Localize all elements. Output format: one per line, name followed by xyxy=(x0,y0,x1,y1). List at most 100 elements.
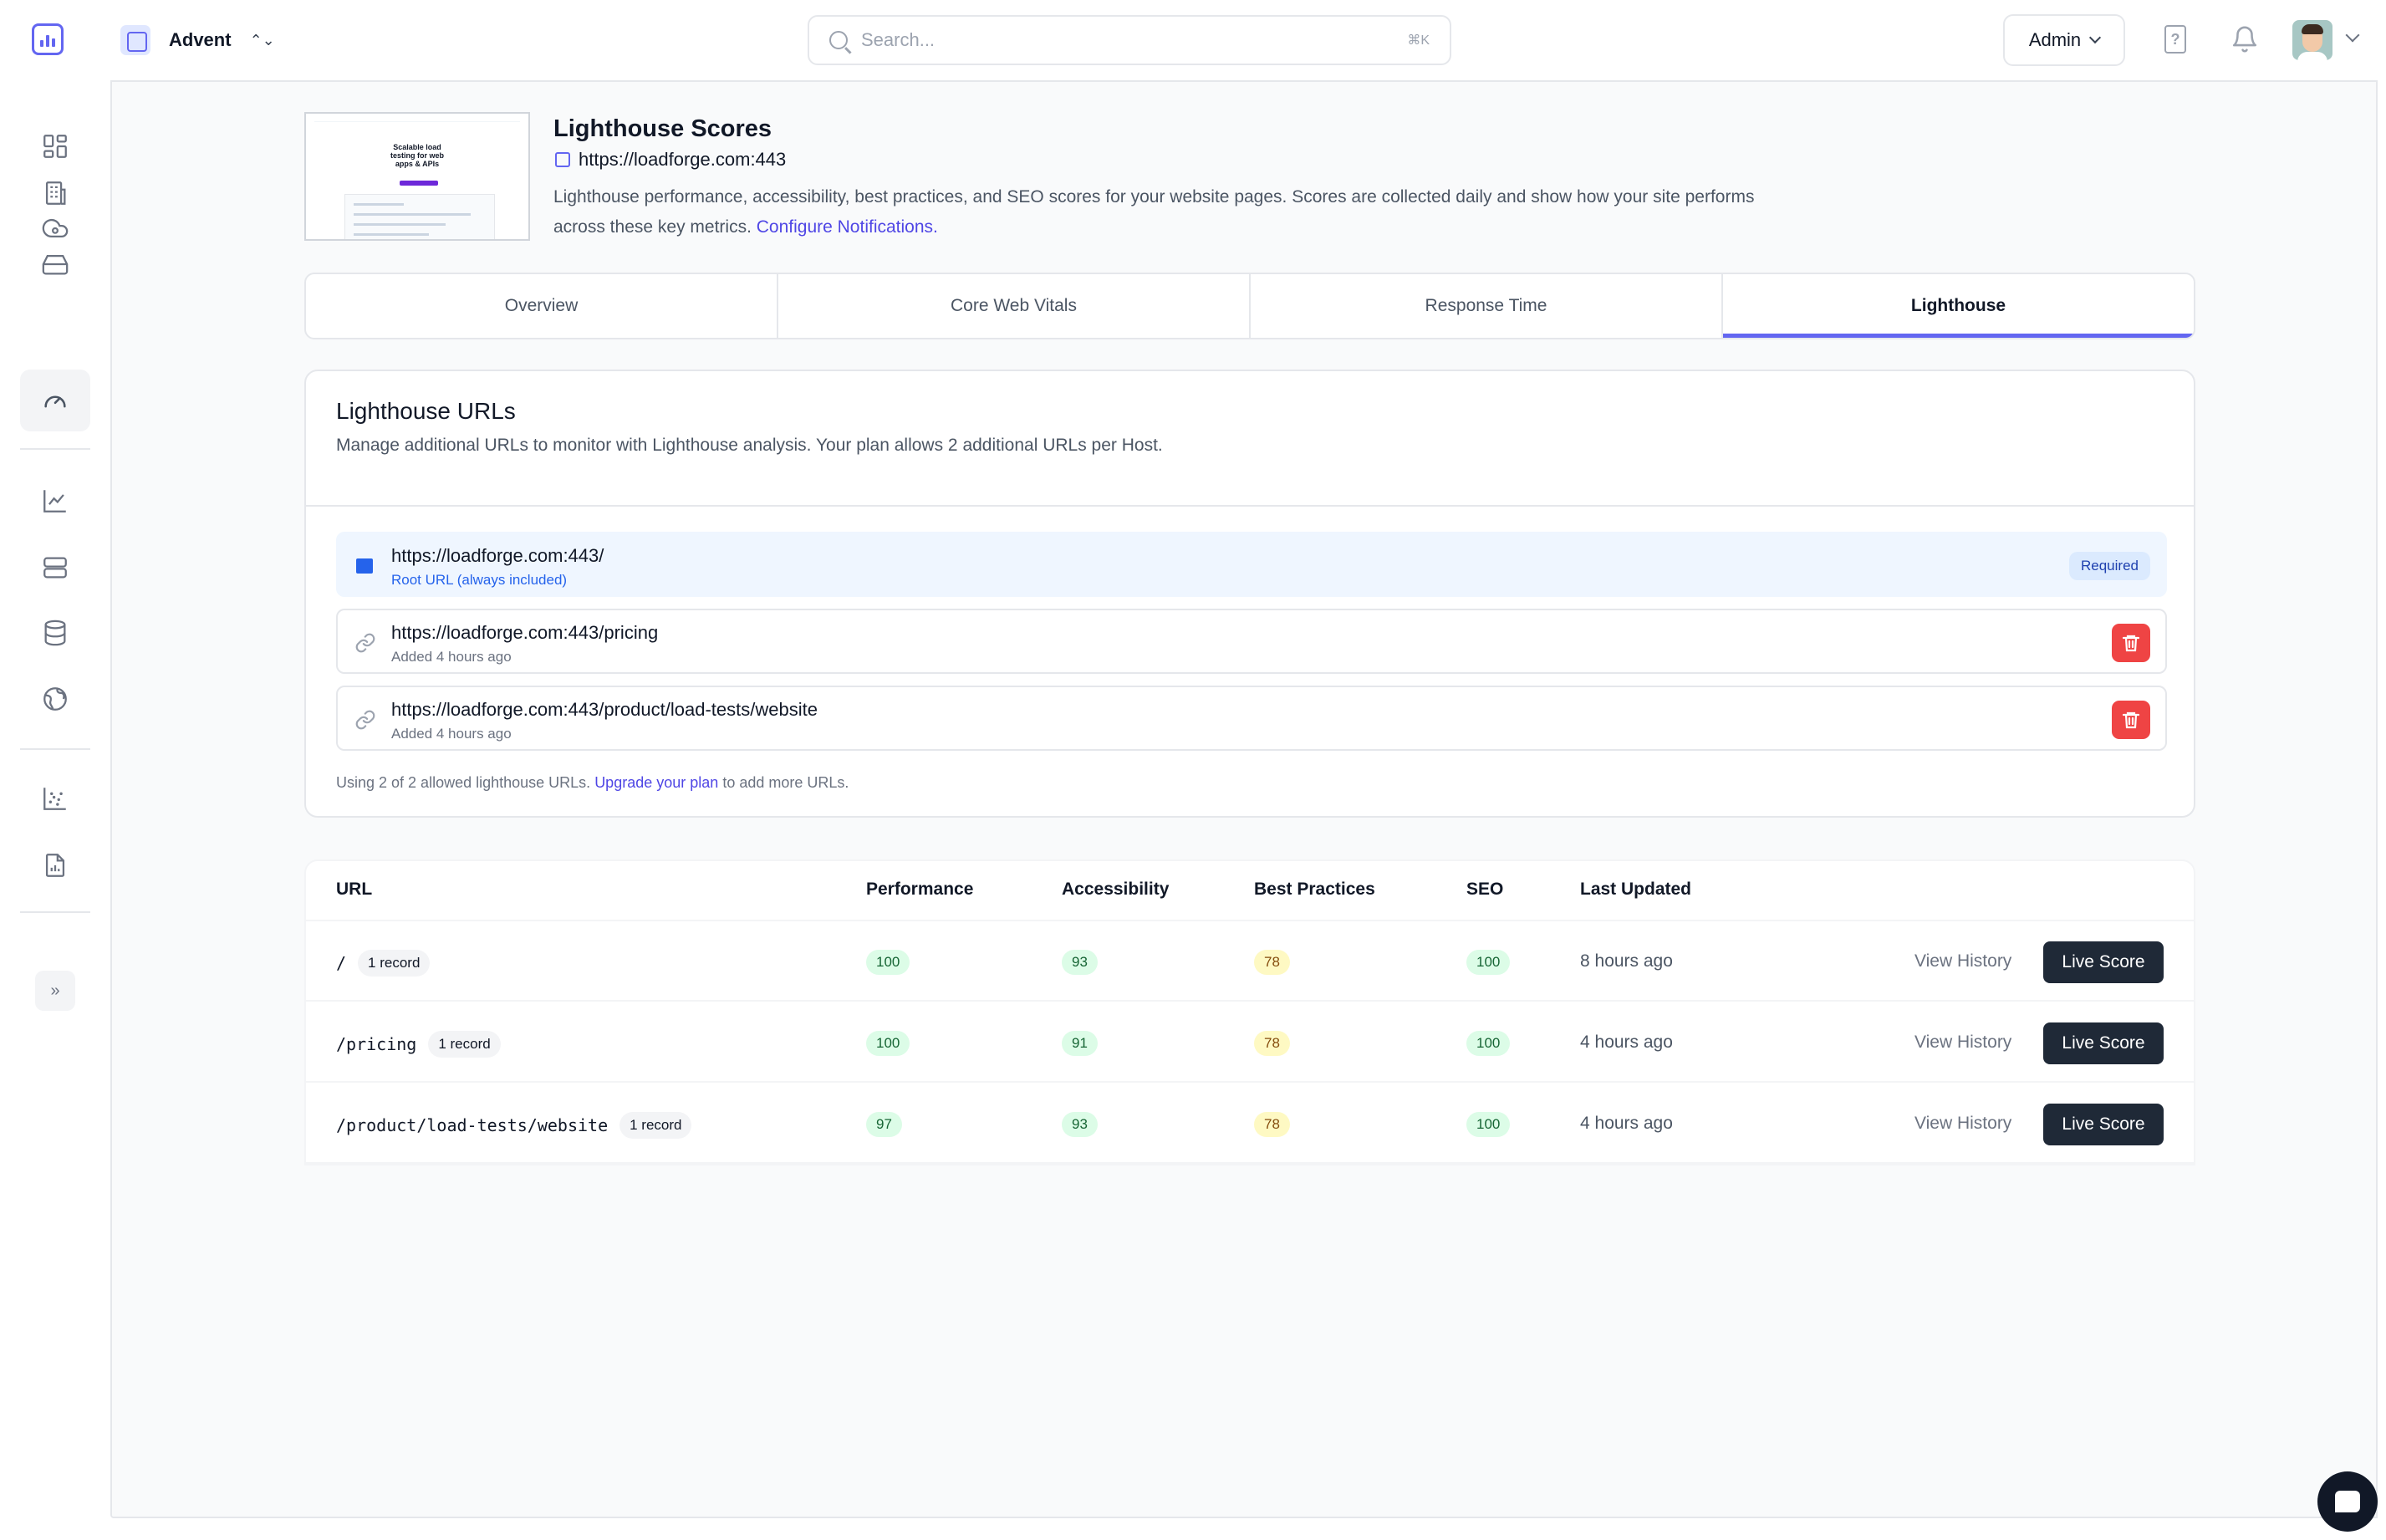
tab-bar: Overview Core Web Vitals Response Time L… xyxy=(304,273,2195,339)
accessibility-score-badge: 91 xyxy=(1062,1031,1098,1056)
last-updated: 4 hours ago xyxy=(1580,1114,1673,1133)
url-cell: /product/load-tests/website 1 record xyxy=(336,1112,692,1139)
accessibility-score-badge: 93 xyxy=(1062,1112,1098,1137)
sidebar-item-metrics[interactable] xyxy=(20,767,90,829)
url-row-root: https://loadforge.com:443/ Root URL (alw… xyxy=(336,532,2167,597)
seo-score-badge: 100 xyxy=(1466,1112,1511,1137)
chevron-up-down-icon: ⌃⌄ xyxy=(249,32,275,48)
avatar[interactable] xyxy=(2292,20,2332,60)
host-url: https://loadforge.com:443 xyxy=(555,149,786,171)
page-description-text: Lighthouse performance, accessibility, b… xyxy=(553,187,1755,237)
usage-footer: Using 2 of 2 allowed lighthouse URLs. Up… xyxy=(336,774,849,792)
table-row: /product/load-tests/website 1 record 97 … xyxy=(306,1084,2194,1164)
usage-text: Using 2 of 2 allowed lighthouse URLs. xyxy=(336,774,591,791)
lighthouse-urls-card: Lighthouse URLs Manage additional URLs t… xyxy=(304,370,2195,818)
best-practices-score-badge: 78 xyxy=(1254,950,1290,975)
sidebar-divider xyxy=(20,448,90,450)
globe-icon xyxy=(43,687,67,711)
url-row: https://loadforge.com:443/pricing Added … xyxy=(336,609,2167,674)
performance-score-badge: 100 xyxy=(866,950,910,975)
scores-table: URL Performance Accessibility Best Pract… xyxy=(304,859,2195,1165)
chat-icon xyxy=(2335,1491,2360,1512)
server-icon xyxy=(43,557,67,579)
table-header: URL Performance Accessibility Best Pract… xyxy=(306,861,2194,921)
bell-icon[interactable] xyxy=(2231,23,2259,55)
sidebar-divider xyxy=(20,911,90,913)
best-practices-score-badge: 78 xyxy=(1254,1112,1290,1137)
sidebar-item-analytics[interactable] xyxy=(20,470,90,532)
delete-url-button[interactable] xyxy=(2112,624,2150,662)
view-history-button[interactable]: View History xyxy=(1914,1033,2011,1053)
chevron-down-icon[interactable] xyxy=(2345,28,2360,43)
live-score-button[interactable]: Live Score xyxy=(2043,1022,2164,1064)
column-header-last-updated: Last Updated xyxy=(1580,880,1692,899)
sidebar-item-servers[interactable] xyxy=(20,537,90,599)
sidebar-item-reports[interactable] xyxy=(20,834,90,896)
live-score-button[interactable]: Live Score xyxy=(2043,1104,2164,1145)
configure-notifications-link[interactable]: Configure Notifications. xyxy=(757,217,938,237)
url-cell: / 1 record xyxy=(336,950,431,977)
admin-label: Admin xyxy=(2028,29,2082,50)
admin-menu-button[interactable]: Admin xyxy=(2003,14,2125,66)
seo-score-badge: 100 xyxy=(1466,950,1511,975)
table-row: /pricing 1 record 100 91 78 100 4 hours … xyxy=(306,1002,2194,1083)
project-icon xyxy=(120,25,150,55)
trash-icon xyxy=(2122,711,2140,729)
upgrade-plan-link[interactable]: Upgrade your plan xyxy=(594,774,718,791)
column-header-accessibility: Accessibility xyxy=(1062,880,1170,899)
sidebar-item-storage[interactable] xyxy=(20,233,90,295)
performance-score-badge: 100 xyxy=(866,1031,910,1056)
site-icon xyxy=(555,152,570,167)
view-history-button[interactable]: View History xyxy=(1914,1114,2011,1134)
tab-response-time[interactable]: Response Time xyxy=(1251,274,1723,338)
sidebar-divider xyxy=(20,748,90,750)
tab-overview[interactable]: Overview xyxy=(306,274,778,338)
project-switcher[interactable]: Advent ⌃⌄ xyxy=(120,23,275,57)
best-practices-score-badge: 78 xyxy=(1254,1031,1290,1056)
record-count-badge: 1 record xyxy=(358,950,431,977)
help-icon[interactable]: ? xyxy=(2164,25,2186,54)
url-text: https://loadforge.com:443/ xyxy=(391,545,604,566)
top-bar: Advent ⌃⌄ Search... ⌘K Admin ? xyxy=(0,0,2386,80)
url-path: /pricing xyxy=(336,1034,417,1054)
tab-lighthouse[interactable]: Lighthouse xyxy=(1723,274,2194,338)
card-title: Lighthouse URLs xyxy=(336,398,516,424)
url-path: / xyxy=(336,953,347,973)
hard-drive-icon xyxy=(42,254,69,275)
column-header-url: URL xyxy=(336,880,373,899)
gauge-icon xyxy=(44,395,66,408)
database-icon xyxy=(44,620,66,646)
root-url-icon xyxy=(356,558,373,574)
chat-launcher-button[interactable] xyxy=(2317,1471,2378,1532)
page-description: Lighthouse performance, accessibility, b… xyxy=(553,182,1782,242)
trash-icon xyxy=(2122,635,2140,652)
last-updated: 8 hours ago xyxy=(1580,951,1673,971)
search-placeholder: Search... xyxy=(861,29,936,50)
url-subtext: Added 4 hours ago xyxy=(391,726,512,742)
sidebar-item-global[interactable] xyxy=(20,668,90,730)
tab-core-web-vitals[interactable]: Core Web Vitals xyxy=(778,274,1251,338)
dashboard-grid-icon xyxy=(43,135,67,158)
link-icon xyxy=(355,710,375,730)
search-input[interactable]: Search... ⌘K xyxy=(808,15,1451,65)
view-history-button[interactable]: View History xyxy=(1914,951,2011,971)
performance-score-badge: 97 xyxy=(866,1112,902,1137)
url-path: /product/load-tests/website xyxy=(336,1115,609,1135)
live-score-button[interactable]: Live Score xyxy=(2043,941,2164,983)
url-row: https://loadforge.com:443/product/load-t… xyxy=(336,686,2167,751)
url-subtext: Added 4 hours ago xyxy=(391,649,512,665)
record-count-badge: 1 record xyxy=(428,1031,501,1058)
delete-url-button[interactable] xyxy=(2112,701,2150,739)
card-description: Manage additional URLs to monitor with L… xyxy=(336,436,1163,455)
sidebar-item-database[interactable] xyxy=(20,602,90,664)
column-header-performance: Performance xyxy=(866,880,974,899)
record-count-badge: 1 record xyxy=(619,1112,692,1139)
report-icon xyxy=(45,854,65,877)
scatter-chart-icon xyxy=(43,788,66,810)
url-text: https://loadforge.com:443/product/load-t… xyxy=(391,699,818,720)
sidebar-item-lighthouse[interactable] xyxy=(20,370,90,431)
site-screenshot-thumbnail: Scalable load testing for web apps & API… xyxy=(304,112,530,241)
search-icon xyxy=(829,31,848,49)
app-logo-icon[interactable] xyxy=(32,23,64,55)
sidebar-expand-button[interactable]: » xyxy=(35,971,75,1011)
